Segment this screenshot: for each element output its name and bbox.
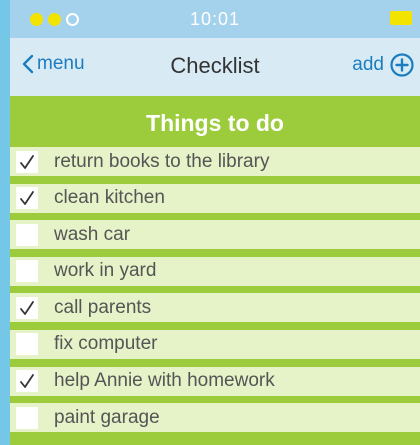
- checklist-item-label: paint garage: [54, 406, 160, 428]
- checkbox[interactable]: [16, 260, 38, 283]
- checklist-item-label: return books to the library: [54, 150, 270, 172]
- checklist: return books to the library clean kitchen…: [10, 147, 420, 440]
- checkbox[interactable]: [16, 370, 38, 393]
- checklist-item[interactable]: paint garage: [10, 403, 420, 433]
- nav-bar: menu Checklist add: [10, 38, 420, 96]
- checkmark-icon: [20, 300, 34, 315]
- checklist-item-label: wash car: [54, 223, 131, 245]
- checklist-item-label: clean kitchen: [54, 187, 165, 209]
- checkmark-icon: [20, 374, 34, 388]
- phone-screen: 10:01 menu Checklist add Things to do re…: [10, 0, 420, 445]
- checklist-item[interactable]: wash car: [10, 220, 420, 250]
- checkbox[interactable]: [16, 406, 38, 429]
- checkbox[interactable]: [16, 296, 38, 319]
- checklist-item[interactable]: clean kitchen: [10, 183, 420, 213]
- checkbox[interactable]: [16, 333, 38, 356]
- checklist-item[interactable]: call parents: [10, 293, 420, 323]
- add-button-label: add: [352, 54, 384, 75]
- list-title: Things to do: [146, 110, 284, 136]
- checklist-item-label: work in yard: [54, 260, 157, 282]
- checklist-item[interactable]: help Annie with homework: [10, 366, 420, 396]
- checklist-item-label: call parents: [54, 296, 152, 318]
- checklist-item[interactable]: fix computer: [10, 329, 420, 359]
- checklist-item[interactable]: return books to the library: [10, 147, 420, 176]
- checklist-item[interactable]: work in yard: [10, 256, 420, 286]
- status-time: 10:01: [189, 9, 241, 29]
- checklist-item-label: help Annie with homework: [54, 370, 275, 392]
- add-button[interactable]: add: [352, 53, 414, 77]
- checklist-item-label: fix computer: [54, 333, 158, 355]
- battery-icon: [390, 11, 412, 25]
- plus-circle-icon: [390, 53, 414, 77]
- checkbox[interactable]: [16, 187, 38, 210]
- checkmark-icon: [20, 191, 34, 205]
- checkbox[interactable]: [16, 150, 38, 173]
- status-bar: 10:01: [10, 0, 420, 38]
- checkbox[interactable]: [16, 223, 38, 246]
- checkmark-icon: [20, 154, 34, 169]
